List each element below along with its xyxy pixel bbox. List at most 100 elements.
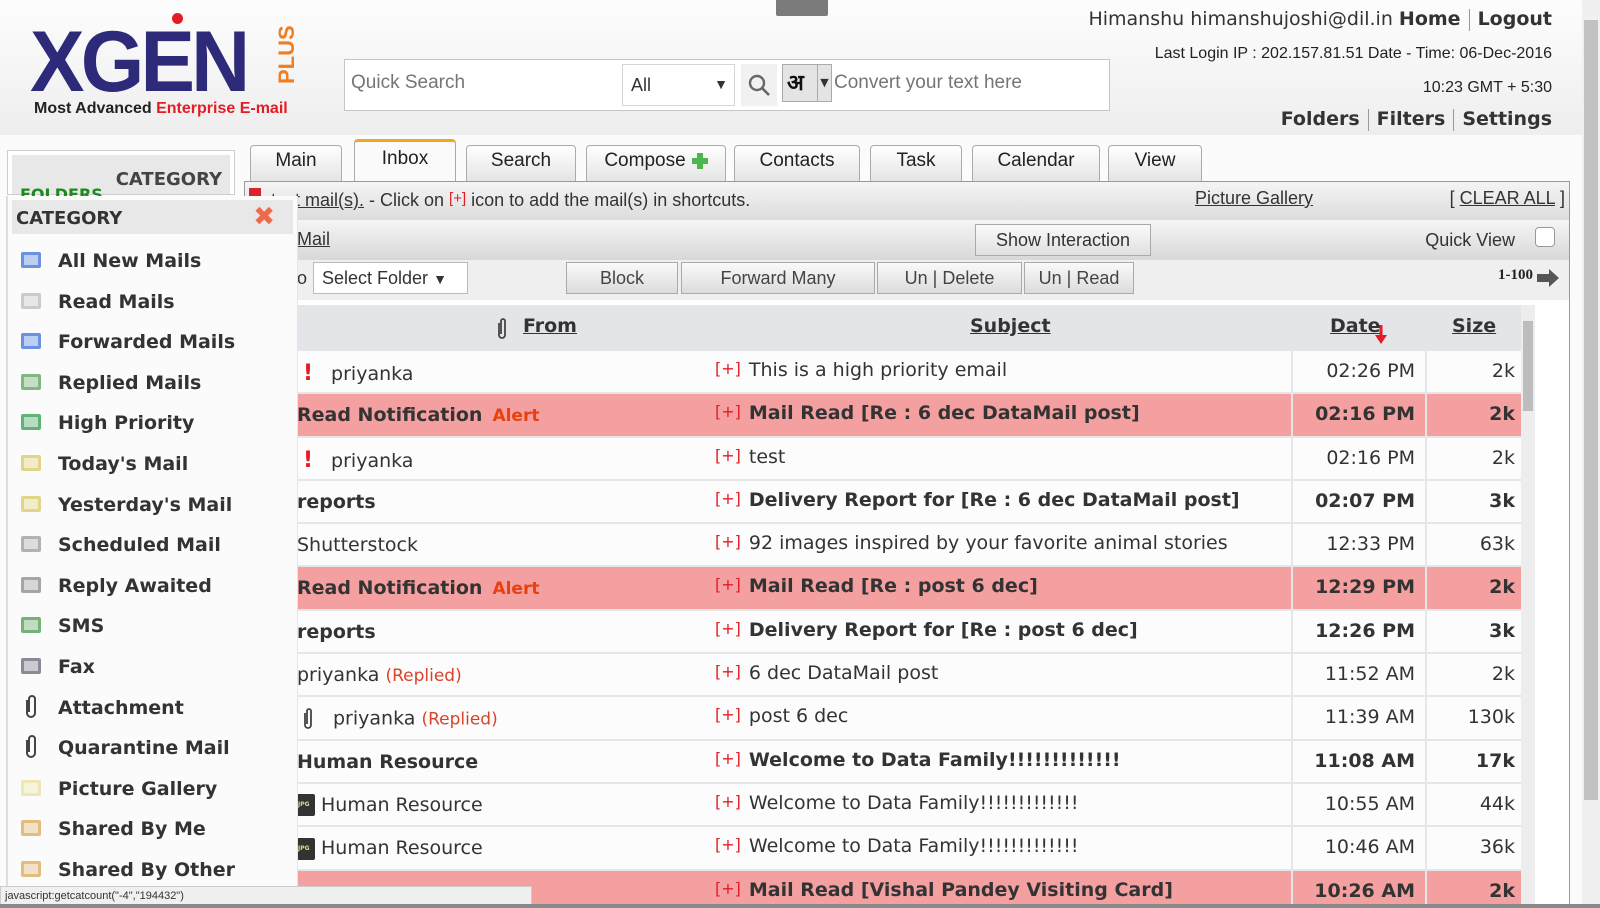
column-header-date[interactable]: Date [1330, 315, 1381, 337]
close-icon[interactable]: ✖ [253, 202, 275, 232]
category-label: Yesterday's Mail [58, 493, 233, 516]
column-header-size[interactable]: Size [1452, 315, 1496, 337]
category-item[interactable]: Forwarded Mails [14, 325, 294, 365]
table-row[interactable]: Human Resource [+] Welcome to Data Family!… [245, 783, 1533, 828]
jpg-attachment-icon [297, 794, 315, 817]
language-selector[interactable]: अ ▼ [782, 64, 832, 102]
subject-cell[interactable]: [+] Delivery Report for [Re : 6 dec DataM… [715, 489, 1240, 511]
forward-many-button[interactable]: Forward Many [681, 262, 875, 294]
tab-main[interactable]: Main [250, 145, 342, 181]
filters-link[interactable]: Filters [1377, 108, 1446, 130]
add-shortcut-icon[interactable]: [+] [715, 749, 741, 768]
subject-cell[interactable]: [+] Welcome to Data Family!!!!!!!!!!!!! [715, 835, 1079, 857]
table-row[interactable]: Read Notification Alert [+] Mail Read [Re :… [245, 394, 1533, 438]
add-shortcut-icon[interactable]: [+] [715, 446, 741, 465]
add-shortcut-icon[interactable]: [+] [715, 575, 741, 594]
subject-cell[interactable]: [+] Welcome to Data Family!!!!!!!!!!!!! [715, 792, 1079, 814]
category-item[interactable]: Quarantine Mail [14, 731, 294, 771]
search-scope-select[interactable]: All ▼ [622, 64, 735, 106]
show-interaction-button[interactable]: Show Interaction [975, 224, 1151, 256]
hindi-glyph-icon: अ [787, 71, 804, 96]
add-shortcut-icon[interactable]: [+] [715, 879, 741, 898]
column-header-subject[interactable]: Subject [970, 315, 1051, 337]
category-toggle[interactable]: CATEGORY [116, 169, 222, 190]
shortcut-text: rtcut mail(s). - Click on [+] icon to ad… [265, 190, 750, 211]
page-scrollbar[interactable] [1582, 0, 1600, 908]
table-row[interactable]: Read Notification Alert [+] Mail Read [Re :… [245, 567, 1533, 611]
tab-inbox[interactable]: Inbox [354, 139, 456, 181]
table-row[interactable]: Human Resource [+] Welcome to Data Family!… [245, 740, 1533, 784]
unread-button[interactable]: Un | Read [1024, 262, 1134, 294]
category-item[interactable]: Read Mails [14, 285, 294, 325]
quick-view-checkbox[interactable] [1535, 227, 1555, 247]
subject-cell[interactable]: [+] 92 images inspired by your favorite a… [715, 532, 1228, 554]
category-item[interactable]: Reply Awaited [14, 569, 294, 609]
category-item[interactable]: Today's Mail [14, 447, 294, 487]
column-header-from[interactable]: From [523, 315, 577, 337]
add-shortcut-icon[interactable]: [+] [715, 619, 741, 638]
add-shortcut-icon[interactable]: [+] [715, 489, 741, 508]
table-row[interactable]: ! priyanka [+] This is a high priority emai… [245, 351, 1533, 395]
add-shortcut-icon[interactable]: [+] [715, 792, 741, 811]
subject-cell[interactable]: [+] Delivery Report for [Re : post 6 dec] [715, 619, 1138, 641]
subject-cell[interactable]: [+] Mail Read [Re : 6 dec DataMail post] [715, 402, 1140, 424]
home-link[interactable]: Home [1399, 8, 1461, 30]
add-shortcut-icon[interactable]: [+] [715, 662, 741, 681]
table-row[interactable]: Shutterstock [+] 92 images inspired by you… [245, 524, 1533, 568]
block-button[interactable]: Block [566, 262, 678, 294]
category-item[interactable]: Shared By Me [14, 812, 294, 852]
subject-cell[interactable]: [+] post 6 dec [715, 705, 848, 727]
add-shortcut-icon[interactable]: [+] [715, 402, 741, 421]
add-shortcut-icon[interactable]: [+] [715, 705, 741, 724]
category-item[interactable]: Picture Gallery [14, 772, 294, 812]
tab-contacts[interactable]: Contacts [734, 145, 860, 181]
add-shortcut-icon[interactable]: [+] [715, 359, 741, 378]
table-row[interactable]: priyanka (Replied) [+] post 6 dec 11:39 AM 1… [245, 697, 1533, 741]
logout-link[interactable]: Logout [1478, 8, 1552, 30]
category-item[interactable]: Scheduled Mail [14, 528, 294, 568]
table-row[interactable]: priyanka (Replied) [+] 6 dec DataMail post… [245, 654, 1533, 698]
table-row[interactable]: reports [+] Delivery Report for [Re : post… [245, 610, 1533, 655]
subject-cell[interactable]: [+] Mail Read [Re : post 6 dec] [715, 575, 1038, 597]
tab-task[interactable]: Task [870, 145, 962, 181]
scrollbar-thumb[interactable] [1584, 20, 1598, 800]
logo[interactable]: XGEN PLUS Most Advanced Enterprise E-mai… [30, 12, 300, 124]
select-folder-dropdown[interactable]: Select Folder ▼ [313, 262, 468, 294]
tab-view[interactable]: View [1108, 145, 1202, 181]
category-item[interactable]: Attachment [14, 691, 294, 731]
table-scrollbar[interactable] [1521, 305, 1535, 908]
tab-calendar[interactable]: Calendar [972, 145, 1100, 181]
table-row[interactable]: ! priyanka [+] test 02:16 PM 2k [245, 437, 1533, 481]
clear-all-link[interactable]: CLEAR ALL [1460, 188, 1555, 208]
subject-cell[interactable]: [+] 6 dec DataMail post [715, 662, 938, 684]
date-cell: 02:16 PM [1291, 437, 1427, 479]
settings-link[interactable]: Settings [1462, 108, 1552, 130]
category-item[interactable]: Replied Mails [14, 366, 294, 406]
category-item[interactable]: High Priority [14, 406, 294, 446]
picture-gallery-link[interactable]: Picture Gallery [1195, 188, 1313, 209]
category-item[interactable]: SMS [14, 609, 294, 649]
category-item[interactable]: Yesterday's Mail [14, 488, 294, 528]
search-button[interactable] [741, 64, 777, 106]
category-item[interactable]: All New Mails [14, 244, 294, 284]
category-item[interactable]: Fax [14, 650, 294, 690]
tab-compose[interactable]: Compose [586, 145, 726, 181]
undelete-button[interactable]: Un | Delete [877, 262, 1022, 294]
add-shortcut-icon[interactable]: [+] [715, 835, 741, 854]
tab-search[interactable]: Search [466, 145, 576, 181]
table-row[interactable]: Human Resource [+] Welcome to Data Family!… [245, 827, 1533, 871]
table-row[interactable]: reports [+] Delivery Report for [Re : 6 de… [245, 480, 1533, 525]
subject-cell[interactable]: [+] Mail Read [Vishal Pandey Visiting Car… [715, 879, 1173, 901]
category-label: Reply Awaited [58, 574, 212, 597]
mail-link[interactable]: Mail [297, 229, 330, 250]
add-shortcut-icon[interactable]: [+] [715, 532, 741, 551]
folders-link[interactable]: Folders [1281, 108, 1360, 130]
subject-cell[interactable]: [+] This is a high priority email [715, 359, 1007, 381]
top-grip-handle[interactable] [776, 0, 828, 16]
next-page-arrow-icon[interactable] [1537, 269, 1559, 287]
quick-search-input[interactable] [351, 72, 611, 94]
subject-cell[interactable]: [+] Welcome to Data Family!!!!!!!!!!!!! [715, 749, 1121, 771]
scrollbar-thumb[interactable] [1523, 321, 1533, 411]
convert-text-input[interactable] [834, 72, 1104, 94]
subject-cell[interactable]: [+] test [715, 446, 785, 468]
